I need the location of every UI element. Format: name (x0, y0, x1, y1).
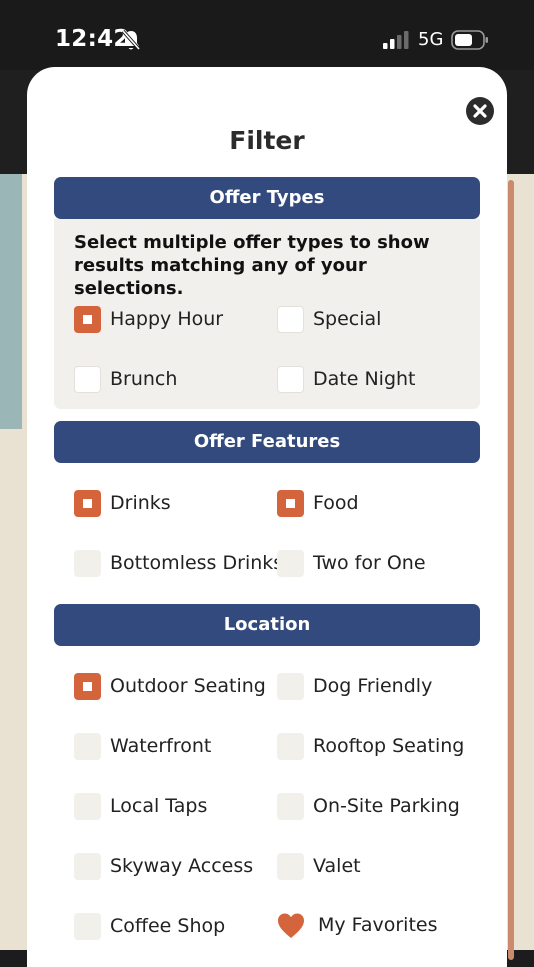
option-label: My Favorites (318, 914, 438, 936)
option-label: Rooftop Seating (313, 735, 465, 757)
option-label: Skyway Access (110, 855, 254, 877)
checkbox-unchecked[interactable] (74, 550, 101, 577)
option-label: On-Site Parking (313, 795, 460, 817)
checkbox-checked[interactable] (74, 306, 101, 333)
offer-types-header: Offer Types (54, 177, 480, 219)
checkbox-unchecked[interactable] (74, 366, 101, 393)
checkbox-checked[interactable] (74, 673, 101, 700)
option-label: Valet (313, 855, 361, 877)
close-button[interactable] (466, 97, 494, 125)
option-label: Date Night (313, 368, 416, 390)
option-label: Local Taps (110, 795, 208, 817)
option-label: Dog Friendly (313, 675, 433, 697)
checkbox-unchecked[interactable] (277, 306, 304, 333)
option-label: Special (313, 308, 382, 330)
status-bar: 12:42 5G (0, 0, 534, 70)
network-type: 5G (418, 29, 444, 50)
checkbox-checked[interactable] (277, 490, 304, 517)
option-label: Outdoor Seating (110, 675, 266, 697)
option-label: Drinks (110, 492, 171, 514)
offer-types-instructions: Select multiple offer types to show resu… (74, 232, 430, 299)
close-icon (473, 104, 487, 118)
option-label: Waterfront (110, 735, 212, 757)
offer-features-header: Offer Features (54, 421, 480, 463)
heart-icon[interactable] (277, 912, 305, 940)
checkbox-unchecked[interactable] (74, 853, 101, 880)
location-header: Location (54, 604, 480, 646)
battery-icon (451, 30, 488, 50)
background-map (0, 174, 22, 429)
option-label: Coffee Shop (110, 915, 226, 937)
option-label: Happy Hour (110, 308, 224, 330)
checkbox-unchecked[interactable] (74, 793, 101, 820)
background-card-edge (508, 180, 514, 960)
checkbox-unchecked[interactable] (277, 366, 304, 393)
option-label: Two for One (313, 552, 426, 574)
checkbox-unchecked[interactable] (277, 853, 304, 880)
checkbox-checked[interactable] (74, 490, 101, 517)
checkbox-unchecked[interactable] (277, 793, 304, 820)
status-time: 12:42 (55, 26, 130, 52)
checkbox-unchecked[interactable] (277, 550, 304, 577)
option-label: Brunch (110, 368, 178, 390)
checkbox-unchecked[interactable] (277, 673, 304, 700)
bell-slash-icon (121, 29, 141, 51)
checkbox-unchecked[interactable] (74, 733, 101, 760)
option-label: Bottomless Drinks (110, 552, 284, 574)
checkbox-unchecked[interactable] (277, 733, 304, 760)
checkbox-unchecked[interactable] (74, 913, 101, 940)
signal-icon (383, 31, 409, 49)
modal-title: Filter (229, 126, 305, 155)
option-label: Food (313, 492, 359, 514)
